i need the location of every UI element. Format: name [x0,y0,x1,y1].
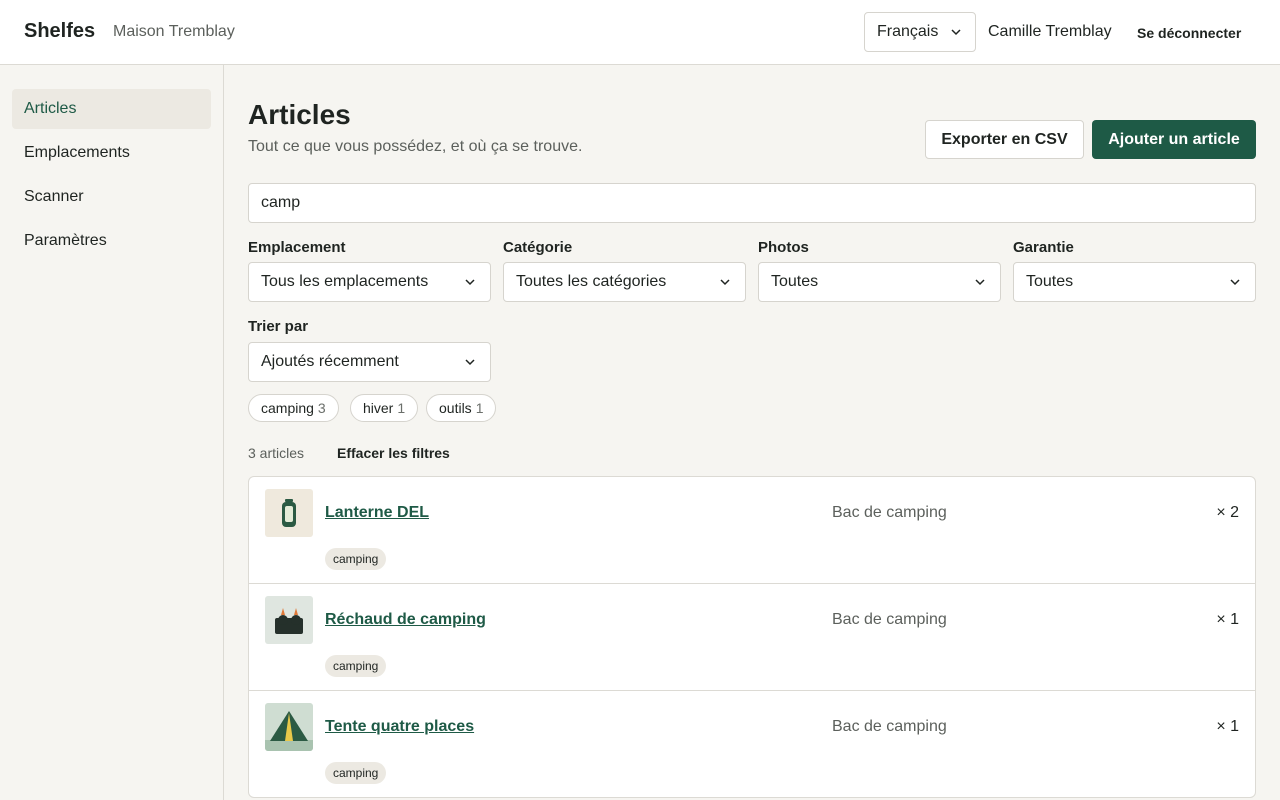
camp-stove-icon [265,596,313,644]
location-filter-label: Emplacement [248,239,346,256]
list-item[interactable]: Lanterne DEL Bac de camping × 2 camping [249,477,1255,584]
item-location: Bac de camping [832,504,947,521]
chevron-down-icon [1230,279,1240,286]
location-filter-select[interactable]: Tous les emplacements [248,262,491,302]
location-filter-value: Tous les emplacements [261,273,429,290]
sort-label: Trier par [248,318,309,335]
item-name-link[interactable]: Réchaud de camping [325,611,486,629]
item-quantity: × 1 [1216,611,1239,628]
chevron-down-icon [720,279,730,286]
photos-filter-label: Photos [758,239,809,256]
brand-logo[interactable]: Shelfes [24,20,95,43]
category-filter-value: Toutes les catégories [516,273,667,290]
page-title: Articles [248,99,351,130]
items-list: Lanterne DEL Bac de camping × 2 camping … [248,476,1256,798]
export-csv-button[interactable]: Exporter en CSV [925,120,1084,159]
item-quantity: × 1 [1216,718,1239,735]
sidebar-item-articles[interactable]: Articles [12,89,211,129]
sort-select[interactable]: Ajoutés récemment [248,342,491,382]
list-item[interactable]: Réchaud de camping Bac de camping × 1 ca… [249,584,1255,691]
search-value: camp [261,194,301,211]
tag-chip-hiver[interactable]: hiver 1 [350,394,419,422]
item-tag: camping [325,548,387,570]
item-quantity: × 2 [1216,504,1239,521]
sidebar-item-scanner[interactable]: Scanner [12,177,211,217]
item-name-link[interactable]: Lanterne DEL [325,504,429,522]
tag-chip-label: hiver [363,400,394,416]
chevron-down-icon [465,279,475,286]
add-item-button[interactable]: Ajouter un article [1092,120,1256,159]
lantern-icon [265,489,313,537]
tag-chip-count: 1 [397,400,406,416]
logout-button[interactable]: Se déconnecter [1137,25,1241,41]
household-name: Maison Tremblay [113,23,235,40]
photos-filter-select[interactable]: Toutes [758,262,1001,302]
results-count: 3 articles [248,445,305,461]
sidebar-item-settings[interactable]: Paramètres [12,221,211,261]
tag-chip-label: camping [261,400,314,416]
category-filter-label: Catégorie [503,239,573,256]
tag-chip-label: outils [439,400,472,416]
item-location: Bac de camping [832,611,947,628]
warranty-filter-value: Toutes [1026,273,1074,290]
warranty-filter-select[interactable]: Toutes [1013,262,1256,302]
top-bar: Shelfes Maison Tremblay Français Camille… [0,0,1280,65]
search-input[interactable]: camp [248,183,1256,223]
chevron-down-icon [465,359,475,366]
item-tag: camping [325,762,387,784]
chevron-down-icon [951,29,961,36]
item-location: Bac de camping [832,718,947,735]
category-filter-select[interactable]: Toutes les catégories [503,262,746,302]
item-tag: camping [325,655,387,677]
main-content: Articles Tout ce que vous possédez, et o… [224,65,1280,800]
photos-filter-value: Toutes [771,273,819,290]
chevron-down-icon [975,279,985,286]
tag-chip-count: 3 [317,400,326,416]
page-subtitle: Tout ce que vous possédez, et où ça se t… [248,138,583,155]
sidebar: Articles Emplacements Scanner Paramètres [0,65,224,800]
sort-value: Ajoutés récemment [261,353,399,370]
tag-chip-count: 1 [475,400,484,416]
user-name: Camille Tremblay [988,23,1112,40]
sidebar-item-locations[interactable]: Emplacements [12,133,211,173]
warranty-filter-label: Garantie [1013,239,1074,256]
tag-chip-camping[interactable]: camping 3 [248,394,339,422]
clear-filters-button[interactable]: Effacer les filtres [337,445,450,461]
language-value: Français [877,23,939,40]
tent-icon [265,703,313,751]
list-item[interactable]: Tente quatre places Bac de camping × 1 c… [249,691,1255,797]
language-select[interactable]: Français [864,12,976,52]
tag-chip-outils[interactable]: outils 1 [426,394,497,422]
item-name-link[interactable]: Tente quatre places [325,718,474,736]
